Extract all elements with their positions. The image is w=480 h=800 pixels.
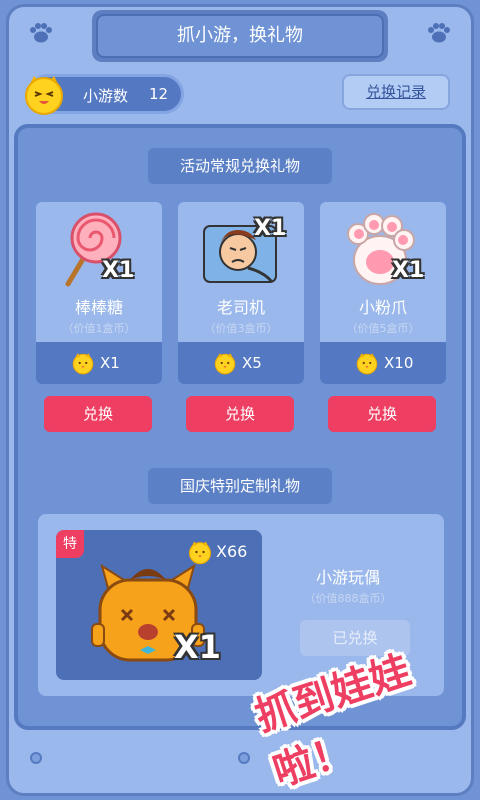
gift-value-note: （价值1盒币） bbox=[62, 322, 136, 335]
quantity-badge: X1 bbox=[174, 628, 221, 666]
special-gift-image: 特 X66 X1 bbox=[56, 530, 262, 680]
chick-coin-icon bbox=[212, 350, 238, 376]
quantity-badge: X1 bbox=[392, 258, 425, 283]
chick-coin-icon bbox=[70, 350, 96, 376]
gift-price-amount: X5 bbox=[242, 354, 262, 372]
coin-label: 小游数 bbox=[83, 87, 129, 105]
gift-value-note: （价值5盒币） bbox=[346, 322, 420, 335]
special-section-label: 国庆特别定制礼物 bbox=[148, 468, 332, 504]
gift-name: 老司机 bbox=[216, 298, 265, 317]
quantity-badge: X1 bbox=[254, 216, 287, 241]
gift-card: X1 小粉爪 （价值5盒币） X10 bbox=[320, 202, 446, 384]
gift-card: X1 老司机 （价值3盒币） X5 bbox=[178, 202, 304, 384]
page-title: 抓小游，换礼物 bbox=[96, 14, 384, 58]
gift-value-note: （价值3盒币） bbox=[204, 322, 278, 335]
bolt-decoration bbox=[238, 752, 250, 764]
quantity-badge: X1 bbox=[102, 258, 135, 283]
title-plate: 抓小游，换礼物 bbox=[92, 10, 388, 62]
bolt-decoration bbox=[30, 752, 42, 764]
regular-section-label: 活动常规兑换礼物 bbox=[148, 148, 332, 184]
special-gift-value-note: （价值888盒币） bbox=[304, 592, 392, 605]
redeem-button[interactable]: 兑换 bbox=[328, 396, 436, 432]
special-tag: 特 bbox=[56, 530, 84, 558]
exchange-history-button[interactable]: 兑换记录 bbox=[342, 74, 450, 110]
gift-card: X1 棒棒糖 （价值1盒币） X1 bbox=[36, 202, 162, 384]
coin-count: 12 bbox=[149, 85, 169, 103]
redeem-button[interactable]: 兑换 bbox=[186, 396, 294, 432]
pink-paw-icon bbox=[320, 208, 446, 292]
gift-price: X1 bbox=[36, 342, 162, 384]
paw-icon bbox=[426, 22, 452, 44]
gift-price: X10 bbox=[320, 342, 446, 384]
gift-price-amount: X10 bbox=[384, 354, 414, 372]
gift-name: 棒棒糖 bbox=[74, 298, 123, 317]
special-gift-price: X66 bbox=[216, 542, 248, 561]
chick-coin-icon bbox=[20, 70, 68, 118]
gift-price: X5 bbox=[178, 342, 304, 384]
gift-price-amount: X1 bbox=[100, 354, 120, 372]
redeem-button[interactable]: 兑换 bbox=[44, 396, 152, 432]
chick-coin-icon bbox=[354, 350, 380, 376]
gift-name: 小粉爪 bbox=[358, 298, 407, 317]
paw-icon bbox=[28, 22, 54, 44]
lollipop-icon bbox=[36, 208, 162, 292]
special-gift-name: 小游玩偶 bbox=[315, 568, 380, 587]
